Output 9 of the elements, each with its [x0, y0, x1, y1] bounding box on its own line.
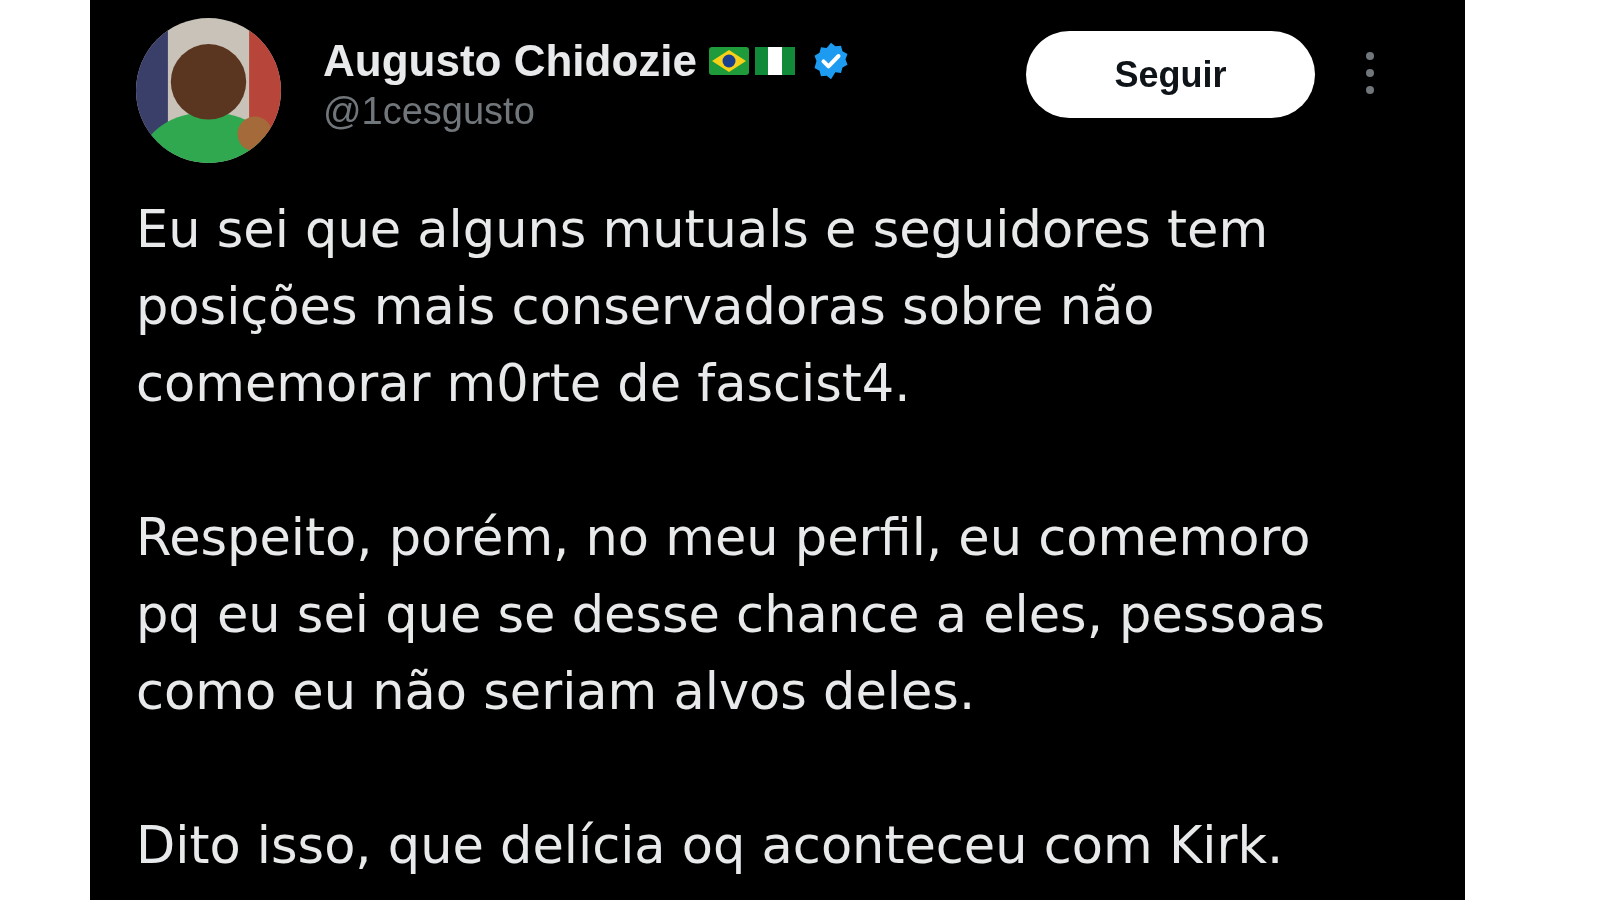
follow-button[interactable]: Seguir	[1026, 31, 1315, 118]
author-name: Augusto Chidozie	[323, 36, 697, 86]
author-handle[interactable]: @1cesgusto	[323, 90, 851, 133]
more-options-icon[interactable]	[1365, 51, 1375, 95]
post-text: Eu sei que alguns mutuals e seguidores tem posições mais conservadoras sobre não comemorar m0rte de fascist4.	[136, 199, 1270, 415]
post-text: Respeito, porém, no meu perfil, eu comemoro pq eu sei que se desse chance a eles, pessoas como eu não seriam alvos deles.	[136, 507, 1326, 723]
post-text: Dito isso, que delícia oq aconteceu com Kirk.	[136, 815, 1285, 877]
brazil-flag-icon	[708, 47, 749, 75]
nigeria-flag-icon	[754, 47, 795, 75]
